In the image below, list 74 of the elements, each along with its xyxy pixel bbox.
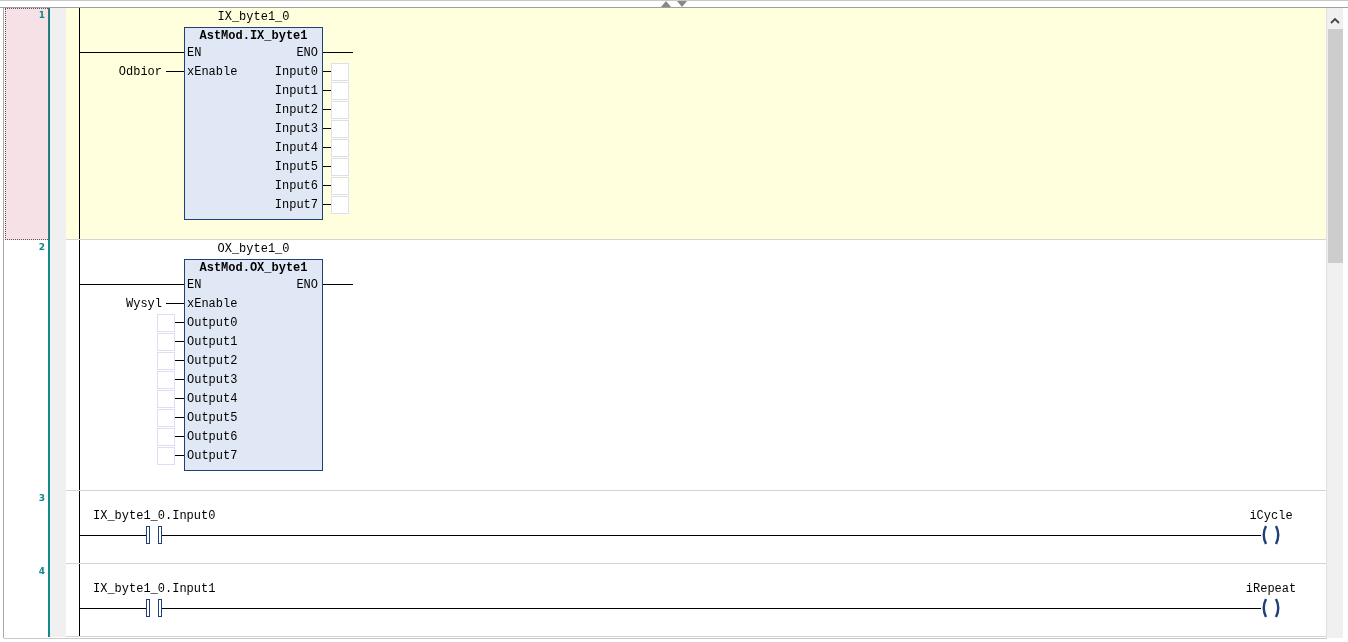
rung-background[interactable]: OX_byte1_0 AstMod.OX_byte1 EN ENO Wysyl xEnable Output0 Output1 Output2 Output3 Output4 Output5 Output6 Output7 — [66, 240, 1326, 491]
wire — [323, 52, 353, 53]
rung-background[interactable]: IX_byte1_0.Input0 iCycle — [66, 491, 1326, 564]
variable-label: Wysyl — [126, 296, 162, 311]
wire — [166, 71, 184, 72]
value-box[interactable] — [157, 313, 175, 332]
instance-label: IX_byte1_0 — [217, 9, 290, 25]
contact-icon[interactable] — [146, 599, 162, 617]
contact-label: IX_byte1_0.Input0 — [93, 508, 216, 524]
pin-label: Output1 — [186, 334, 238, 349]
wire — [175, 436, 184, 437]
value-box[interactable] — [157, 446, 175, 465]
wire — [175, 455, 184, 456]
rung-background[interactable]: IX_byte1_0 AstMod.IX_byte1 EN ENO Odbior xEnable Input0 Input1 Input2 Input3 Input4 Input5 Input6 Input7 — [66, 8, 1326, 240]
pin-label: Output5 — [186, 410, 238, 425]
value-box[interactable] — [157, 427, 175, 446]
value-box[interactable] — [331, 119, 349, 138]
rung-background[interactable]: IX_byte1_0.Input1 iRepeat — [66, 564, 1326, 637]
wire — [80, 534, 146, 536]
pin-label: Input7 — [274, 197, 319, 212]
pin-label: EN — [186, 45, 202, 60]
contact-icon[interactable] — [146, 526, 162, 544]
coil-label: iRepeat — [1244, 581, 1298, 597]
pin-label: Output3 — [186, 372, 238, 387]
pin-label: EN — [186, 277, 202, 292]
block-title: AstMod.IX_byte1 — [199, 28, 308, 43]
pin-label: Input4 — [274, 140, 319, 155]
pin-label: Input5 — [274, 159, 319, 174]
wire — [175, 360, 184, 361]
coil-icon[interactable] — [1261, 525, 1281, 545]
scrollbar-thumb[interactable] — [1327, 29, 1343, 263]
pin-label: Input3 — [274, 121, 319, 136]
instance-label: OX_byte1_0 — [217, 241, 290, 257]
pin-label: ENO — [296, 45, 319, 60]
value-box[interactable] — [157, 408, 175, 427]
wire — [175, 398, 184, 399]
wire — [175, 379, 184, 380]
scroll-up-icon[interactable] — [1330, 17, 1340, 24]
function-block[interactable] — [184, 27, 323, 220]
pin-label: Output0 — [186, 315, 238, 330]
value-box[interactable] — [157, 370, 175, 389]
pin-label: Output4 — [186, 391, 238, 406]
wire — [175, 417, 184, 418]
pin-label: ENO — [296, 277, 319, 292]
variable-label: Odbior — [118, 64, 162, 79]
value-box[interactable] — [331, 100, 349, 119]
value-box[interactable] — [331, 157, 349, 176]
pin-label: Input0 — [274, 64, 319, 79]
value-box[interactable] — [331, 81, 349, 100]
pin-label: Output6 — [186, 429, 238, 444]
value-box[interactable] — [157, 351, 175, 370]
value-box[interactable] — [331, 62, 349, 81]
pin-label: Input1 — [274, 83, 319, 98]
wire — [80, 607, 146, 609]
wire — [175, 341, 184, 342]
value-box[interactable] — [157, 332, 175, 351]
block-title: AstMod.OX_byte1 — [199, 260, 308, 275]
wire — [175, 322, 184, 323]
value-box[interactable] — [331, 138, 349, 157]
pin-label: xEnable — [186, 296, 238, 311]
value-box[interactable] — [331, 176, 349, 195]
value-box[interactable] — [157, 389, 175, 408]
pin-label: Output2 — [186, 353, 238, 368]
wire — [323, 284, 353, 285]
pin-label: xEnable — [186, 64, 238, 79]
function-block[interactable] — [184, 259, 323, 471]
wire — [166, 303, 184, 304]
pin-label: Output7 — [186, 448, 238, 463]
coil-icon[interactable] — [1261, 598, 1281, 618]
value-box[interactable] — [331, 195, 349, 214]
coil-label: iCycle — [1248, 508, 1294, 524]
pin-label: Input6 — [274, 178, 319, 193]
pin-label: Input2 — [274, 102, 319, 117]
contact-label: IX_byte1_0.Input1 — [93, 581, 216, 597]
